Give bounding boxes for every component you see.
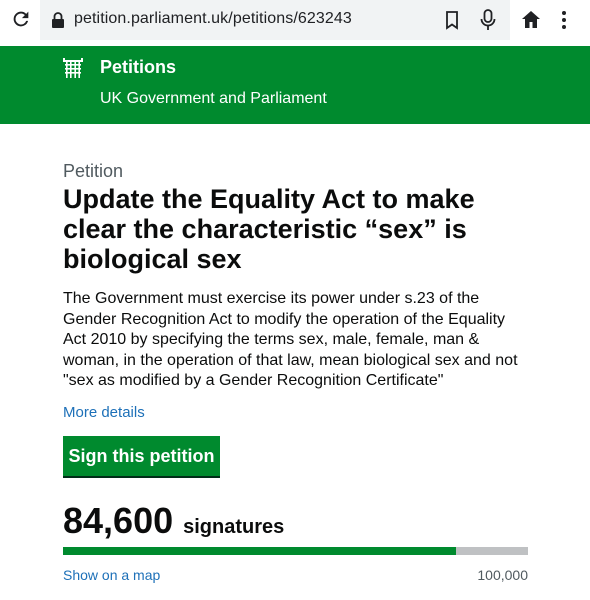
sign-petition-button[interactable]: Sign this petition — [63, 436, 220, 476]
signature-target: 100,000 — [477, 567, 528, 583]
more-menu-icon[interactable] — [556, 9, 572, 31]
signature-count-number: 84,600 — [63, 500, 174, 541]
site-header: Petitions UK Government and Parliament — [0, 46, 590, 124]
petition-eyebrow: Petition — [63, 161, 124, 181]
site-subtitle: UK Government and Parliament — [100, 90, 327, 107]
portcullis-logo-icon[interactable] — [63, 58, 83, 80]
microphone-icon[interactable] — [478, 8, 498, 32]
petition-title: Update the Equality Act to make clear th… — [63, 184, 475, 274]
browser-toolbar: petition.parliament.uk/petitions/623243 — [0, 0, 590, 40]
lock-icon[interactable] — [51, 12, 65, 28]
signature-progress-bar — [63, 547, 528, 555]
petition-description: The Government must exercise its power u… — [63, 290, 518, 389]
signature-progress-fill — [63, 547, 457, 555]
bookmark-icon[interactable] — [443, 10, 461, 30]
signature-count-label: signatures — [183, 516, 285, 538]
home-icon[interactable] — [520, 9, 542, 31]
site-brand-link[interactable]: Petitions — [100, 57, 176, 78]
signature-count: 84,600 signatures — [63, 500, 284, 542]
more-details-link[interactable]: More details — [63, 404, 145, 421]
show-on-map-link[interactable]: Show on a map — [63, 567, 160, 583]
reload-icon[interactable] — [10, 8, 32, 30]
url-text[interactable]: petition.parliament.uk/petitions/623243 — [74, 10, 352, 28]
